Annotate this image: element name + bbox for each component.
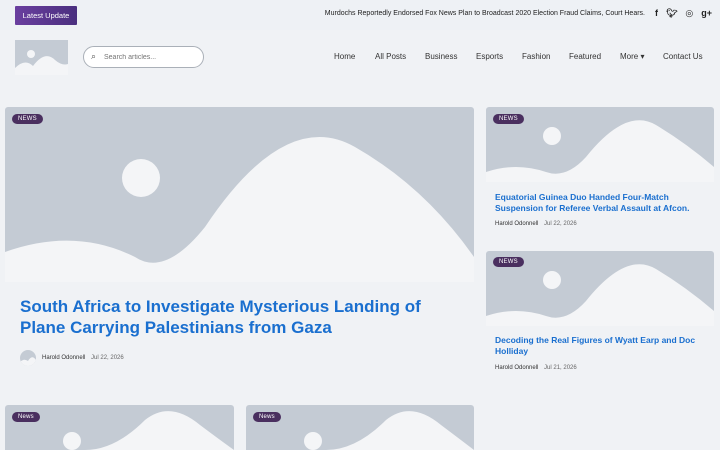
search-box[interactable]: ⌕ (83, 46, 204, 68)
post-title[interactable]: Decoding the Real Figures of Wyatt Earp … (495, 335, 710, 357)
side-post[interactable]: NEWS Decoding the Real Figures of Wyatt … (486, 251, 714, 377)
news-ticker[interactable]: Murdochs Reportedly Endorsed Fox News Pl… (325, 10, 645, 17)
nav-fashion[interactable]: Fashion (522, 52, 550, 61)
latest-update-label[interactable]: Latest Update (15, 6, 77, 25)
nav-home[interactable]: Home (334, 52, 355, 61)
category-badge[interactable]: News (12, 412, 40, 422)
post-title[interactable]: Equatorial Guinea Duo Handed Four-Match … (495, 192, 710, 214)
facebook-icon[interactable]: f (655, 8, 658, 19)
category-badge[interactable]: NEWS (12, 114, 43, 124)
nav-contact-us[interactable]: Contact Us (663, 52, 703, 61)
feature-image[interactable] (5, 107, 474, 282)
bottom-post[interactable]: News (246, 405, 474, 450)
post-meta: Harold Odonnell Jul 22, 2026 (495, 221, 577, 227)
post-image[interactable] (5, 405, 234, 450)
post-date: Jul 21, 2026 (544, 365, 577, 371)
post-date: Jul 22, 2026 (91, 355, 124, 361)
nav-all-posts[interactable]: All Posts (375, 52, 406, 61)
post-image[interactable] (246, 405, 474, 450)
side-post[interactable]: NEWS Equatorial Guinea Duo Handed Four-M… (486, 107, 714, 233)
author-name[interactable]: Harold Odonnell (42, 355, 85, 361)
author-name[interactable]: Harold Odonnell (495, 221, 538, 227)
instagram-icon[interactable]: ◎ (685, 8, 693, 19)
category-badge[interactable]: NEWS (493, 257, 524, 267)
site-logo[interactable] (15, 40, 68, 75)
search-input[interactable] (104, 49, 199, 65)
nav-business[interactable]: Business (425, 52, 457, 61)
nav-esports[interactable]: Esports (476, 52, 503, 61)
nav-featured[interactable]: Featured (569, 52, 601, 61)
google-plus-icon[interactable]: g+ (701, 8, 712, 19)
site-header: ⌕ Home All Posts Business Esports Fashio… (0, 30, 720, 85)
author-avatar[interactable] (20, 350, 36, 366)
feature-post[interactable]: NEWS South Africa to Investigate Mysteri… (5, 107, 474, 391)
top-bar: Latest Update Murdochs Reportedly Endors… (0, 0, 720, 30)
bottom-post[interactable]: News (5, 405, 234, 450)
post-date: Jul 22, 2026 (544, 221, 577, 227)
feature-title[interactable]: South Africa to Investigate Mysterious L… (20, 296, 470, 338)
category-badge[interactable]: News (253, 412, 281, 422)
search-icon: ⌕ (91, 51, 97, 61)
social-links: f 🐦︎ ◎ g+ (655, 8, 712, 19)
twitter-icon[interactable]: 🐦︎ (666, 8, 677, 19)
post-meta: Harold Odonnell Jul 21, 2026 (495, 365, 577, 371)
feature-meta: Harold Odonnell Jul 22, 2026 (42, 355, 124, 361)
category-badge[interactable]: NEWS (493, 114, 524, 124)
nav-more[interactable]: More ▾ (620, 52, 644, 61)
author-name[interactable]: Harold Odonnell (495, 365, 538, 371)
